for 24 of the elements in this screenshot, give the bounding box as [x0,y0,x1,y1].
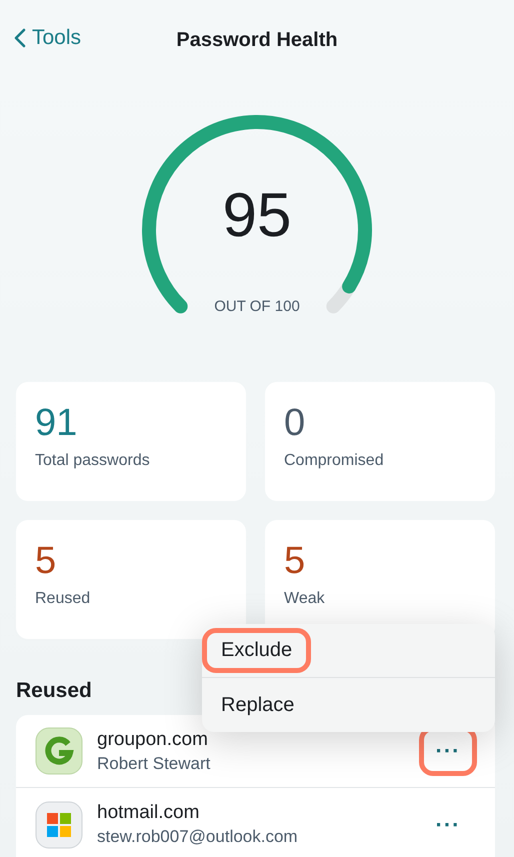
more-button[interactable]: ··· [419,800,477,850]
menu-item[interactable]: Exclude [202,624,495,678]
screen-title: Password Health [176,28,338,52]
windows-logo [35,800,83,848]
account-site: hotmail.com [97,802,200,824]
stat-label: Total passwords [35,452,151,470]
section-title: Reused [16,679,93,703]
score-caption: OUT OF 100 [214,298,300,315]
stat-value: 0 [284,404,306,442]
stat-value: 91 [35,404,78,442]
chevron-left-icon [14,28,26,48]
stat-label: Compromised [284,452,385,470]
stat-label: Reused [35,590,92,608]
stat-card[interactable]: 0 Compromised [265,382,495,501]
stat-value: 5 [284,542,306,580]
account-user: Robert Stewart [97,754,212,774]
stat-value: 5 [35,542,58,580]
score-value: 95 [222,180,292,251]
stat-label: Weak [284,590,326,608]
groupon-logo [35,727,83,775]
account-user: stew.rob007@outlook.com [97,827,299,847]
back-button[interactable]: Tools [10,22,86,54]
stat-card[interactable]: 5 Reused [16,520,246,639]
stat-card[interactable]: 91 Total passwords [16,382,246,501]
